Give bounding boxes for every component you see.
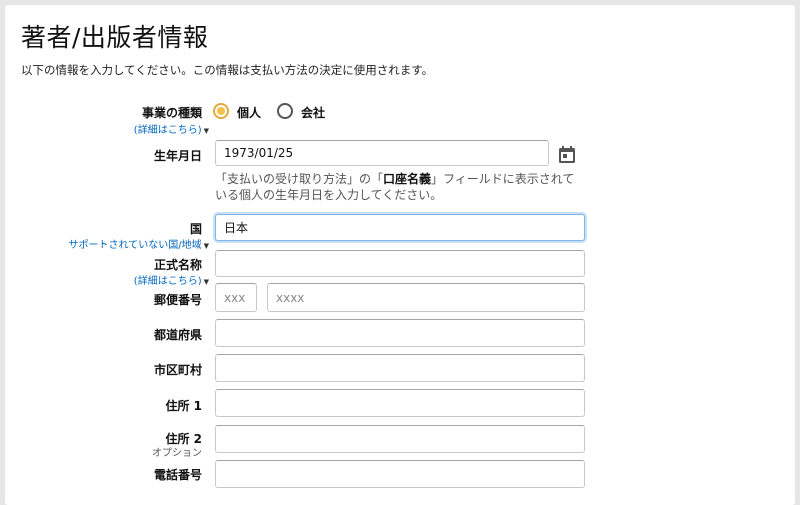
legal-name-label: 正式名称 [153,258,202,272]
address2-input[interactable] [215,425,585,453]
page-title: 著者/出版者情報 [21,23,209,52]
address1-label: 住所 1 [165,399,202,413]
caret-down-icon: ▼ [203,278,209,286]
page-description: 以下の情報を入力してください。この情報は支払い方法の決定に使用されます。 [21,63,434,77]
postal-code-first-input[interactable] [215,283,257,312]
birth-date-hint: 「支払いの受け取り方法」の「口座名義」フィールドに表示されている個人の生年月日を… [215,172,575,202]
phone-input[interactable] [215,460,585,488]
radio-company[interactable] [277,103,293,119]
radio-company-label[interactable]: 会社 [301,104,325,121]
country-input[interactable] [215,214,585,241]
postal-code-second-input[interactable] [267,283,585,312]
address2-optional-note: オプション [152,448,202,459]
caret-down-icon: ▼ [203,242,209,250]
country-label: 国 [189,222,202,236]
city-input[interactable] [215,354,585,382]
caret-down-icon: ▼ [203,127,209,135]
calendar-icon[interactable] [557,145,577,165]
prefecture-label: 都道府県 [153,328,202,342]
legal-name-input[interactable] [215,250,585,277]
business-type-label: 事業の種類 [141,106,202,120]
city-label: 市区町村 [153,363,202,377]
prefecture-input[interactable] [215,319,585,347]
business-type-help-link[interactable]: (詳細はこちら) ▼ [134,121,209,136]
legal-name-help-link[interactable]: (詳細はこちら) ▼ [134,272,209,287]
radio-individual-label[interactable]: 個人 [237,104,261,121]
postal-code-label: 郵便番号 [153,293,202,307]
radio-individual[interactable] [213,103,229,119]
unsupported-country-link[interactable]: サポートされていない国/地域 ▼ [69,236,209,251]
phone-label: 電話番号 [153,468,202,482]
address1-input[interactable] [215,389,585,417]
birth-date-label: 生年月日 [153,149,202,163]
birth-date-input[interactable] [215,140,549,166]
